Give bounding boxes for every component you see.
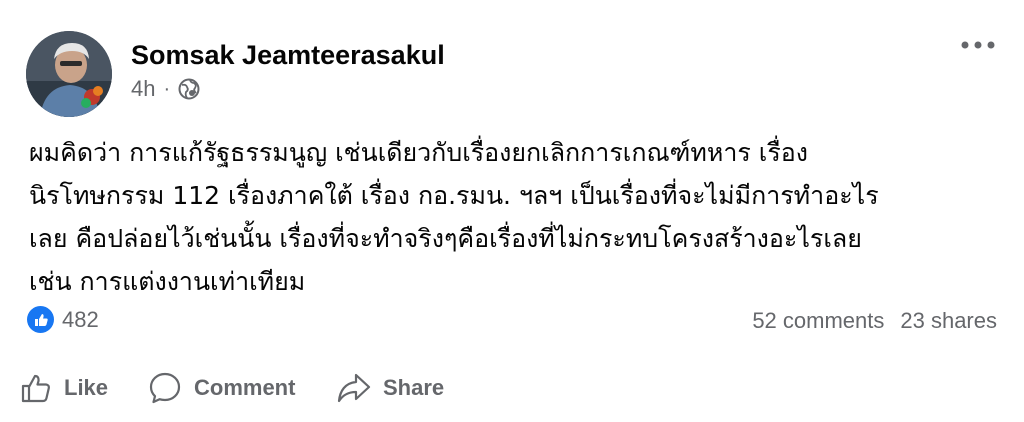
like-reaction-icon xyxy=(27,306,54,333)
share-label: Share xyxy=(383,375,445,400)
like-label: Like xyxy=(64,375,109,400)
author-name[interactable]: Somsak Jeamteerasakul xyxy=(131,40,445,71)
reactions-summary[interactable]: 482 xyxy=(27,306,99,333)
post-text-line: เช่น การแต่งงานเท่าเทียม xyxy=(29,267,306,296)
like-button[interactable]: Like xyxy=(20,368,108,408)
globe-icon[interactable] xyxy=(178,78,200,100)
thumbs-up-icon xyxy=(21,374,50,403)
avatar[interactable] xyxy=(26,31,112,117)
more-options-button[interactable] xyxy=(958,30,998,60)
comment-label: Comment xyxy=(194,375,296,400)
shares-count[interactable]: 23 shares xyxy=(900,308,997,334)
post-text-line: เลย คือปล่อยไว้เช่นนั้น เรื่องที่จะทำจริ… xyxy=(29,224,862,253)
meta-separator: · xyxy=(163,78,171,100)
comment-button[interactable]: Comment xyxy=(148,368,295,408)
comment-icon xyxy=(149,372,181,404)
action-bar: Like Comment Share xyxy=(0,360,1024,416)
post-text-line: ผมคิดว่า การแก้รัฐธรรมนูญ เช่นเดียวกับเร… xyxy=(29,138,808,167)
share-button[interactable]: Share xyxy=(337,368,444,408)
comments-count[interactable]: 52 comments xyxy=(752,308,884,334)
engagement-stats: 52 comments 23 shares xyxy=(752,308,997,334)
post-text: ผมคิดว่า การแก้รัฐธรรมนูญ เช่นเดียวกับเร… xyxy=(29,131,999,303)
post-text-line: นิรโทษกรรม 112 เรื่องภาคใต้ เรื่อง กอ.รม… xyxy=(29,181,879,210)
reaction-count: 482 xyxy=(62,306,99,332)
more-icon xyxy=(961,41,995,49)
post-meta: 4h · xyxy=(131,76,200,102)
avatar-photo xyxy=(26,31,112,117)
facebook-post: Somsak Jeamteerasakul 4h · ผมคิดว่า การแ… xyxy=(0,0,1024,422)
share-icon xyxy=(337,373,371,403)
post-time[interactable]: 4h xyxy=(131,76,155,102)
